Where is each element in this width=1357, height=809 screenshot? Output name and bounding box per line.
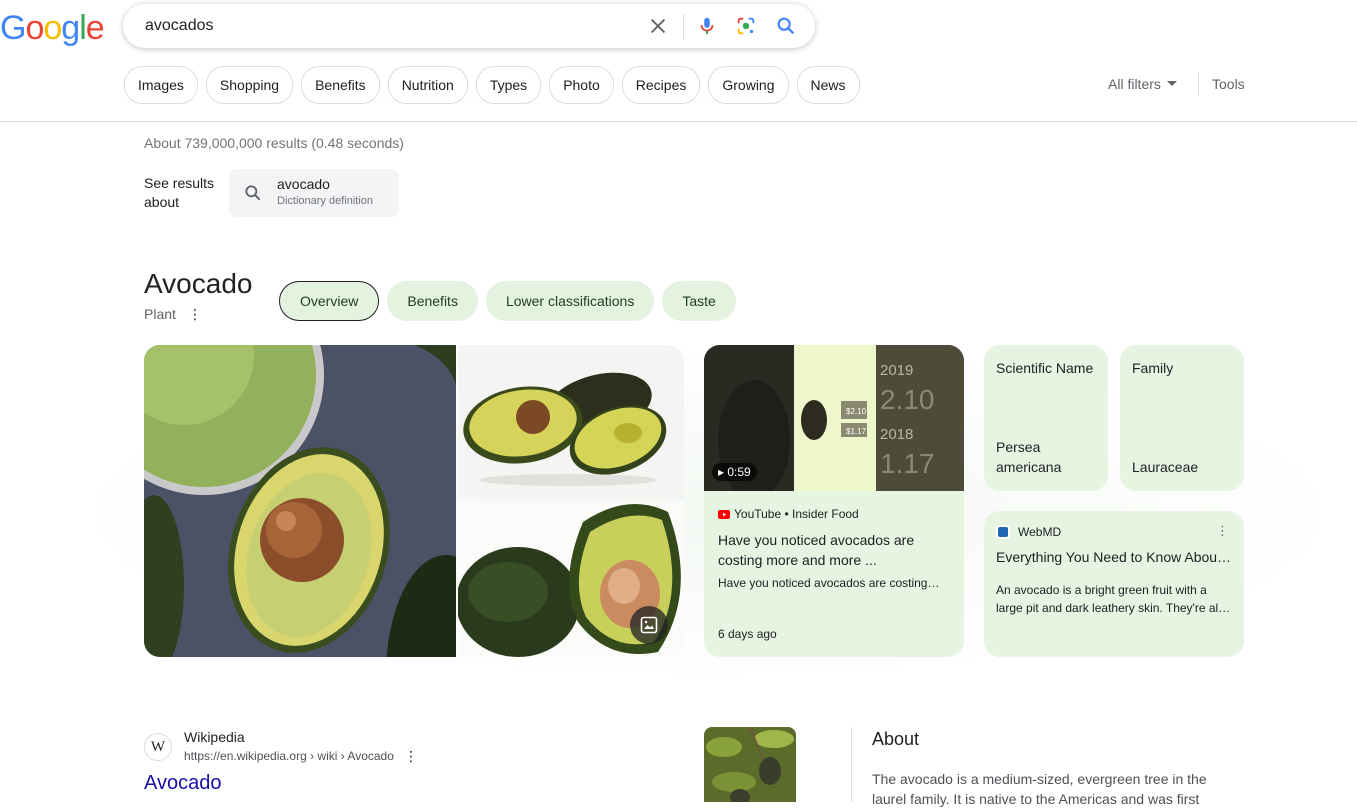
chip-photo[interactable]: Photo	[549, 66, 614, 104]
video-card[interactable]: $2.10 $1.17 2019 2.10 2018 1.17 ▸ 0:59 Y…	[704, 345, 964, 657]
tab-lower-classifications[interactable]: Lower classifications	[485, 281, 655, 321]
wiki-result-title[interactable]: Avocado	[144, 772, 221, 795]
kp-title: Avocado	[144, 268, 253, 299]
thumb-value-2-10: 2.10	[880, 384, 935, 415]
image-icon	[640, 616, 658, 634]
fact-value: Persea americana	[996, 439, 1062, 475]
see-results-about-label: See results about	[144, 175, 215, 210]
chip-recipes[interactable]: Recipes	[621, 66, 701, 104]
more-options-icon[interactable]: ⋮	[188, 306, 202, 323]
thumb-year-2018: 2018	[880, 426, 913, 443]
search-icon[interactable]	[775, 15, 797, 37]
thumb-value-1-17: 1.17	[880, 448, 935, 479]
video-duration: ▸ 0:59	[712, 463, 757, 481]
view-images-button[interactable]	[630, 606, 668, 644]
dictionary-chip[interactable]: avocado Dictionary definition	[229, 169, 399, 217]
youtube-icon	[718, 510, 730, 520]
about-divider	[851, 727, 852, 802]
wiki-site-name: Wikipedia	[184, 729, 245, 745]
wiki-url: https://en.wikipedia.org › wiki › Avocad…	[184, 749, 394, 763]
thumb-year-2019: 2019	[880, 362, 913, 379]
all-filters-button[interactable]: All filters	[1108, 76, 1177, 92]
thumb-price-1: $2.10	[846, 407, 867, 416]
video-date: 6 days ago	[718, 627, 777, 641]
fact-label: Scientific Name	[996, 360, 1094, 376]
webmd-title[interactable]: Everything You Need to Know Abou…	[996, 549, 1232, 565]
search-divider	[683, 14, 684, 40]
search-box[interactable]: avocados	[123, 4, 815, 48]
lens-icon[interactable]	[735, 15, 757, 37]
tab-overview[interactable]: Overview	[279, 281, 380, 321]
avocado-image-main[interactable]	[144, 345, 456, 657]
chip-news[interactable]: News	[796, 66, 860, 104]
chip-growing[interactable]: Growing	[708, 66, 789, 104]
fact-card-scientific-name[interactable]: Scientific Name Persea americana	[984, 345, 1108, 491]
more-options-icon[interactable]: ⋮	[1216, 523, 1229, 539]
mic-icon[interactable]	[696, 15, 718, 37]
kp-subtitle: Plant	[144, 306, 176, 322]
dictionary-desc: Dictionary definition	[277, 195, 373, 207]
fact-card-family[interactable]: Family Lauraceae	[1120, 345, 1244, 491]
tools-divider	[1198, 72, 1199, 96]
fact-value: Lauraceae	[1132, 459, 1199, 475]
tab-benefits[interactable]: Benefits	[387, 281, 478, 321]
header-divider	[0, 121, 1357, 122]
webmd-card[interactable]: WebMD ⋮ Everything You Need to Know Abou…	[984, 511, 1244, 657]
about-text: The avocado is a medium-sized, evergreen…	[872, 771, 1207, 807]
video-title[interactable]: Have you noticed avocados are costing mo…	[718, 530, 948, 570]
caret-down-icon	[1166, 81, 1177, 86]
webmd-desc: An avocado is a bright green fruit with …	[996, 583, 1231, 615]
wikipedia-favicon: W	[144, 733, 172, 761]
chip-images[interactable]: Images	[124, 66, 198, 104]
all-filters-label: All filters	[1108, 76, 1161, 92]
google-logo[interactable]: Google	[0, 8, 105, 48]
clear-icon[interactable]	[647, 15, 669, 37]
thumb-price-2: $1.17	[846, 427, 867, 436]
video-desc: Have you noticed avocados are costing…	[718, 576, 940, 590]
webmd-favicon-icon	[996, 525, 1010, 539]
avocado-image-halves[interactable]	[458, 345, 684, 499]
results-stats: About 739,000,000 results (0.48 seconds)	[144, 135, 404, 151]
video-source: YouTube • Insider Food	[718, 507, 859, 521]
search-icon	[245, 185, 261, 201]
fact-label: Family	[1132, 360, 1174, 376]
filter-chips: Images Shopping Benefits Nutrition Types…	[124, 66, 860, 104]
search-input[interactable]: avocados	[145, 17, 214, 35]
chip-shopping[interactable]: Shopping	[205, 66, 294, 104]
avocado-image-whole[interactable]	[458, 502, 684, 657]
tools-button[interactable]: Tools	[1212, 76, 1245, 92]
avocado-tree-image[interactable]	[704, 727, 796, 802]
webmd-source: WebMD	[1018, 525, 1062, 539]
kp-tabs: Overview Benefits Lower classifications …	[279, 281, 736, 321]
dictionary-word: avocado	[277, 176, 330, 192]
about-heading: About	[872, 729, 920, 749]
chip-benefits[interactable]: Benefits	[301, 66, 380, 104]
chip-nutrition[interactable]: Nutrition	[387, 66, 468, 104]
tab-taste[interactable]: Taste	[662, 281, 736, 321]
chip-types[interactable]: Types	[475, 66, 542, 104]
more-options-icon[interactable]: ⋮	[404, 748, 418, 765]
